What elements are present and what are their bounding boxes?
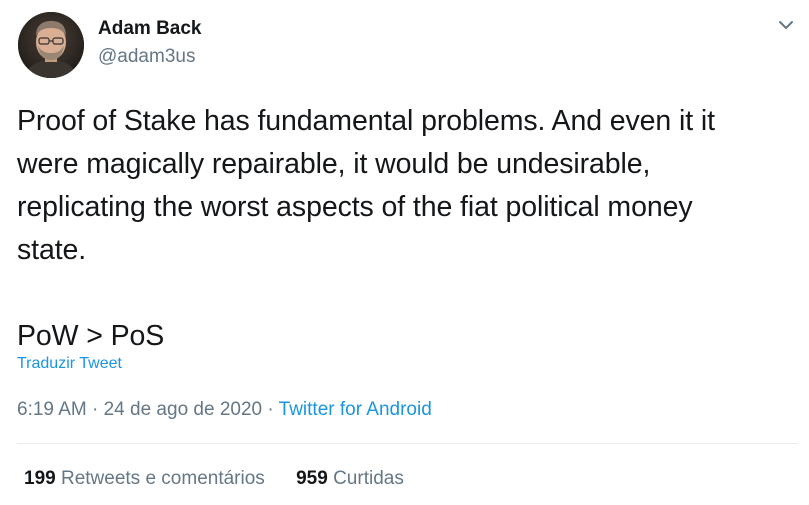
tweet-text: Proof of Stake has fundamental problems.… [17,100,802,358]
avatar[interactable] [18,12,84,78]
tweet-text-line: were magically repairable, it would be u… [17,148,651,180]
tweet-text-line: replicating the worst aspects of the fia… [17,191,693,223]
tweet-text-line: Proof of Stake has fundamental problems.… [17,105,715,137]
meta-separator: · [262,399,279,420]
tweet-card: Adam Back @adam3us Proof of Stake has fu… [0,0,809,505]
tweet-source-link[interactable]: Twitter for Android [279,399,432,420]
tweet-text-line: PoW > PoS [17,320,165,352]
tweet-stats: 199 Retweets e comentários 959 Curtidas [24,468,404,490]
likes-label: Curtidas [333,468,404,489]
meta-separator: · [86,399,104,420]
likes-stat[interactable]: 959 Curtidas [296,468,404,490]
tweet-text-line: state. [17,234,87,266]
author-name[interactable]: Adam Back [98,18,202,40]
chevron-down-icon[interactable] [776,18,796,32]
divider [17,443,798,444]
translate-tweet-link[interactable]: Traduzir Tweet [17,355,122,373]
retweets-label: Retweets e comentários [60,468,265,489]
tweet-metadata: 6:19 AM · 24 de ago de 2020 · Twitter fo… [17,399,432,421]
tweet-time[interactable]: 6:19 AM [17,399,87,420]
retweets-stat[interactable]: 199 Retweets e comentários [24,468,265,490]
author-handle[interactable]: @adam3us [98,46,195,68]
retweets-count: 199 [24,468,56,489]
avatar-photo [18,12,84,78]
tweet-date[interactable]: 24 de ago de 2020 [104,399,263,420]
likes-count: 959 [296,468,328,489]
